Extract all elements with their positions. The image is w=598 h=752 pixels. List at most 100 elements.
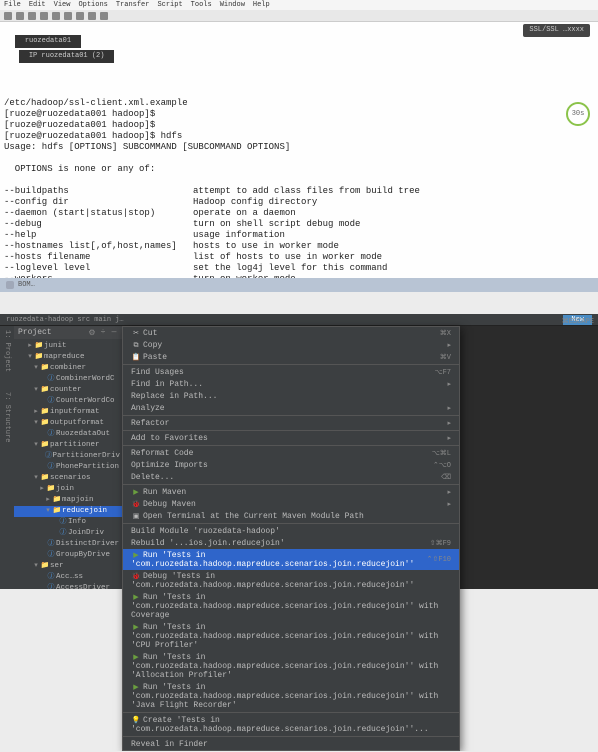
tree-arrow-icon[interactable]: ▾ [32,440,40,451]
submenu-arrow-icon: ▸ [447,500,451,509]
mid-label: BOM… [18,281,35,289]
tree-item-groupbydrive[interactable]: ⒿGroupByDrive [14,550,122,561]
blue-bug-icon: 🐞 [131,500,141,509]
menu-item-debug-tests-in-com-ruozedata-h[interactable]: 🐞Debug 'Tests in 'com.ruozedata.hadoop.m… [123,570,459,591]
menu-script[interactable]: Script [157,1,182,9]
tree-arrow-icon[interactable]: ▸ [26,341,34,352]
menu-item-create-tests-in-com-ruozedata-[interactable]: 💡Create 'Tests in 'com.ruozedata.hadoop.… [123,714,459,735]
tree-item-outputformat[interactable]: ▾📁outputformat [14,418,122,429]
tree-arrow-icon[interactable]: ▾ [32,561,40,572]
tree-item-info[interactable]: ⒿInfo [14,517,122,528]
tree-item-counter[interactable]: ▾📁counter [14,385,122,396]
green-play-icon: ▶ [131,488,141,497]
tree-item-phonepartition[interactable]: ⒿPhonePartition [14,462,122,473]
tree-arrow-icon[interactable]: ▾ [26,352,34,363]
menu-item-build-module-ruozedata-hadoop-[interactable]: Build Module 'ruozedata-hadoop' [123,525,459,537]
menu-item-reveal-in-finder[interactable]: Reveal in Finder [123,738,459,750]
green-play-icon: ▶ [131,593,141,602]
menu-item-delete-[interactable]: Delete...⌫ [123,471,459,483]
tree-item-join[interactable]: ▸📁join [14,484,122,495]
context-menu[interactable]: ✂Cut⌘X⧉Copy▸📋Paste⌘V Find Usages⌥F7Find i… [122,326,460,751]
tree-item-junit[interactable]: ▸📁junit [14,341,122,352]
menu-item-add-to-favorites[interactable]: Add to Favorites▸ [123,432,459,444]
menu-tools[interactable]: Tools [191,1,212,9]
terminal-tab[interactable]: IP ruozedata01 (2) [19,50,115,63]
menu-view[interactable]: View [54,1,71,9]
breadcrumb[interactable]: ruozedata-hadoop src main j… [6,316,124,324]
toolbar-icon[interactable] [40,12,48,20]
menu-item-rebuild-ios-join-reducejoin-[interactable]: Rebuild '...ios.join.reducejoin'⇧⌘F9 [123,537,459,549]
ide-window: ruozedata-hadoop src main j… New ⌘ESCAPE… [0,314,598,589]
side-tab-structure[interactable]: 7: Structure [3,392,11,442]
toolbar-icon[interactable] [52,12,60,20]
menu-item-optimize-imports[interactable]: Optimize Imports⌃⌥O [123,459,459,471]
menu-options[interactable]: Options [78,1,107,9]
menu-transfer[interactable]: Transfer [116,1,150,9]
menu-item-copy[interactable]: ⧉Copy▸ [123,339,459,351]
project-collapse-icon[interactable]: ÷ [99,329,107,337]
project-tree[interactable]: ▸📁junit▾📁mapreduce▾📁combiner ⒿCombinerWo… [14,339,122,589]
menu-item-run-tests-in-com-ruozedata-had[interactable]: ▶Run 'Tests in 'com.ruozedata.hadoop.map… [123,549,459,570]
menu-item-run-tests-in-com-ruozedata-had[interactable]: ▶Run 'Tests in 'com.ruozedata.hadoop.map… [123,681,459,711]
tree-item-mapreduce[interactable]: ▾📁mapreduce [14,352,122,363]
tree-item-accessdriver[interactable]: ⒿAccessDriver [14,583,122,589]
menu-item-open-terminal-at-the-current-m[interactable]: ▣Open Terminal at the Current Maven Modu… [123,510,459,522]
menu-edit[interactable]: Edit [29,1,46,9]
tree-item-joindriv[interactable]: ⒿJoinDriv [14,528,122,539]
tree-item-acc-ss[interactable]: ⒿAcc…ss [14,572,122,583]
tree-item-scenarios[interactable]: ▾📁scenarios [14,473,122,484]
tree-arrow-icon[interactable]: ▾ [32,385,40,396]
toolbar-icon[interactable] [16,12,24,20]
tree-arrow-icon[interactable]: ▾ [32,363,40,374]
menu-item-find-usages[interactable]: Find Usages⌥F7 [123,366,459,378]
toolbar-icon[interactable] [100,12,108,20]
action-icon: 📋 [131,353,141,362]
tree-arrow-icon[interactable]: ▸ [32,407,40,418]
tree-arrow-icon[interactable]: ▸ [38,484,46,495]
tree-item-combiner[interactable]: ▾📁combiner [14,363,122,374]
menu-item-run-tests-in-com-ruozedata-had[interactable]: ▶Run 'Tests in 'com.ruozedata.hadoop.map… [123,621,459,651]
project-hide-icon[interactable]: — [110,329,118,337]
tree-item-distinctdriver[interactable]: ⒿDistinctDriver [14,539,122,550]
menu-item-run-tests-in-com-ruozedata-had[interactable]: ▶Run 'Tests in 'com.ruozedata.hadoop.map… [123,591,459,621]
toolbar-icon[interactable] [28,12,36,20]
project-settings-icon[interactable]: ⚙ [88,329,96,337]
tree-item-inputformat[interactable]: ▸📁inputformat [14,407,122,418]
tree-item-counterwordco[interactable]: ⒿCounterWordCo [14,396,122,407]
toolbar-icon[interactable] [88,12,96,20]
app-menubar[interactable]: File Edit View Options Transfer Script Tools Wi… [0,0,598,10]
menu-item-refactor[interactable]: Refactor▸ [123,417,459,429]
mid-divider-bar: BOM… [0,278,598,292]
menu-shortcut: ⌘X [440,329,451,338]
menu-item-replace-in-path-[interactable]: Replace in Path... [123,390,459,402]
tree-arrow-icon[interactable]: ▸ [44,495,52,506]
terminal-pane[interactable]: ruozedata01 IP ruozedata01 (2) SSL/SSL …… [0,22,598,278]
menu-help[interactable]: Help [253,1,270,9]
terminal-tab[interactable]: ruozedata01 [15,35,81,48]
tree-item-partitionerdriv[interactable]: ⒿPartitionerDriv [14,451,122,462]
menu-label: Replace in Path... [131,392,217,401]
menu-item-debug-maven[interactable]: 🐞Debug Maven▸ [123,498,459,510]
menu-item-find-in-path-[interactable]: Find in Path...▸ [123,378,459,390]
tree-item-ser[interactable]: ▾📁ser [14,561,122,572]
menu-item-run-maven[interactable]: ▶Run Maven▸ [123,486,459,498]
menu-file[interactable]: File [4,1,21,9]
tree-item-mapjoin[interactable]: ▸📁mapjoin [14,495,122,506]
tree-item-combinerwordc[interactable]: ⒿCombinerWordC [14,374,122,385]
toolbar-icon[interactable] [4,12,12,20]
tree-item-reducejoin[interactable]: ▾📁reducejoin [14,506,122,517]
menu-item-reformat-code[interactable]: Reformat Code⌥⌘L [123,447,459,459]
tree-arrow-icon[interactable]: ▾ [32,473,40,484]
tree-item-ruozedataout[interactable]: ⒿRuozedataOut [14,429,122,440]
menu-item-run-tests-in-com-ruozedata-had[interactable]: ▶Run 'Tests in 'com.ruozedata.hadoop.map… [123,651,459,681]
tree-arrow-icon[interactable]: ▾ [32,418,40,429]
side-tab-project[interactable]: 1: Project [3,330,11,372]
tree-arrow-icon[interactable]: ▾ [44,506,52,517]
toolbar-icon[interactable] [76,12,84,20]
menu-item-cut[interactable]: ✂Cut⌘X [123,327,459,339]
menu-item-analyze[interactable]: Analyze▸ [123,402,459,414]
tree-item-partitioner[interactable]: ▾📁partitioner [14,440,122,451]
menu-item-paste[interactable]: 📋Paste⌘V [123,351,459,363]
menu-window[interactable]: Window [220,1,245,9]
toolbar-icon[interactable] [64,12,72,20]
